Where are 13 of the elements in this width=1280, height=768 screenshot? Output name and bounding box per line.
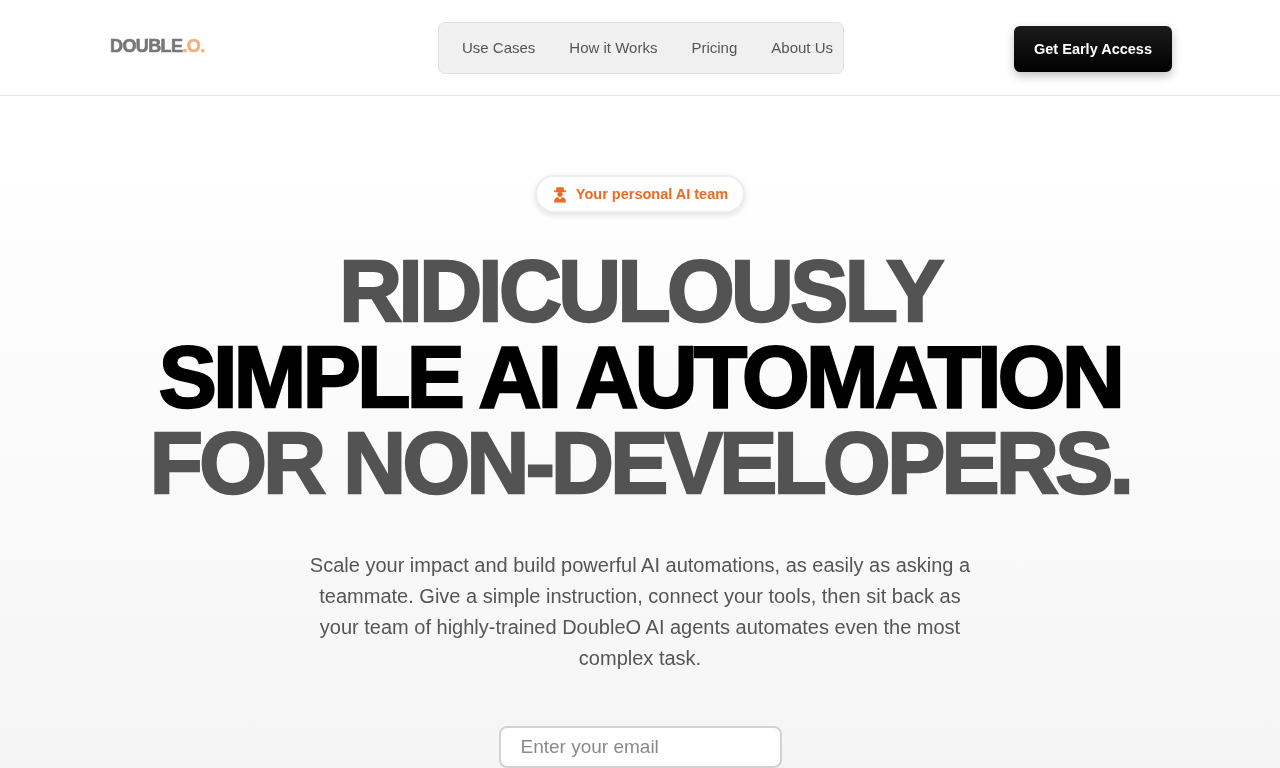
get-access-button[interactable]: Get Early Access (1014, 25, 1172, 72)
logo[interactable]: DOUBLE.O. (110, 36, 205, 57)
nav-link[interactable]: About Us (771, 39, 833, 56)
headline-line: FOR NON-DEVELOPERS. (149, 420, 1131, 506)
email-input[interactable]: Enter your email (498, 726, 782, 768)
nav-link[interactable]: How it Works (569, 39, 658, 56)
headline-line: SIMPLE AI AUTOMATION (158, 334, 1122, 420)
headline-line: RIDICULOUSLY (339, 248, 941, 334)
hero-description: Scale your impact and build powerful AI automations, as easily as asking a teammate. Give a simple instruction, connect your tools, then sit back as your team of highly-trained DoubleO AI agents automates even the most complex task. (308, 553, 972, 671)
nav-link[interactable]: Use Cases (462, 39, 536, 56)
badge-text: Your personal AI team (575, 186, 729, 202)
person-hat-icon (552, 185, 567, 203)
nav-link[interactable]: Pricing (691, 39, 738, 56)
